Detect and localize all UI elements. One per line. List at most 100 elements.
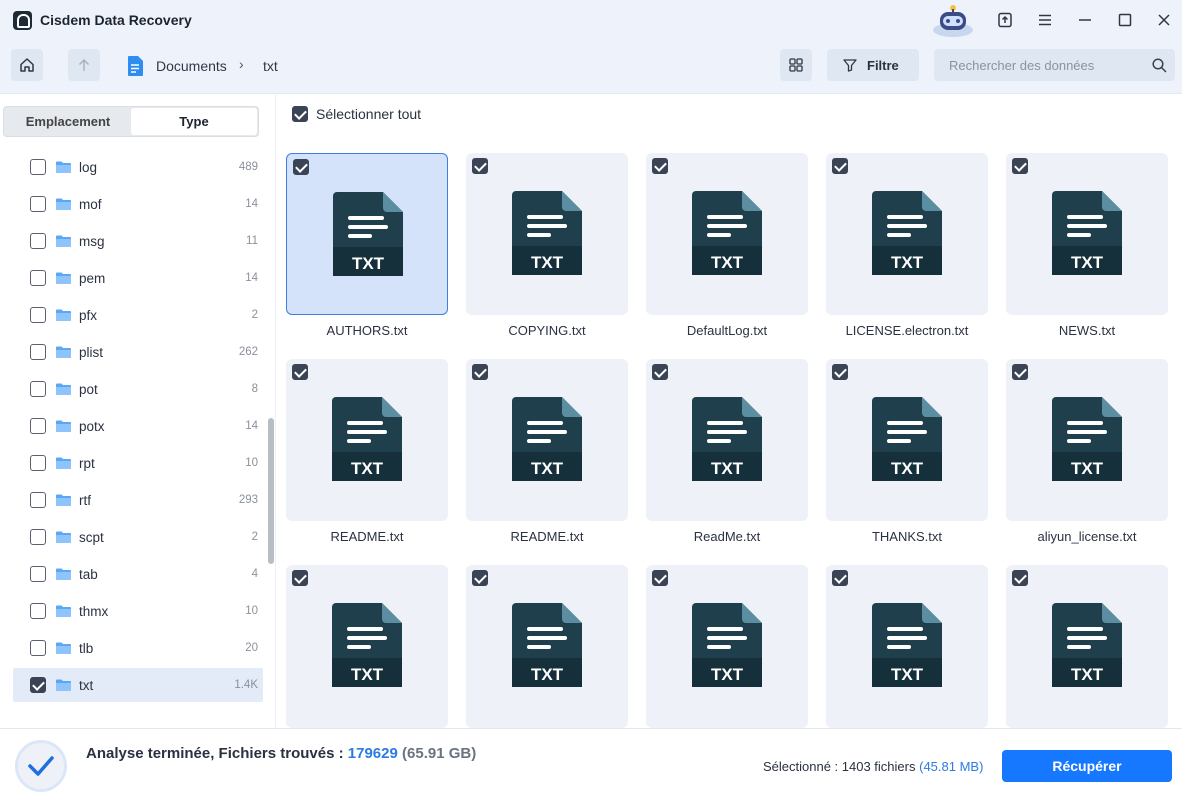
assistant-robot-icon[interactable] [930,2,976,38]
type-name: log [79,159,98,175]
file-tile[interactable]: TXT [286,153,448,315]
search-icon[interactable] [1152,58,1167,73]
type-checkbox[interactable] [30,492,46,508]
file-tile[interactable]: TXT [1006,565,1168,728]
upload-icon[interactable] [993,8,1017,32]
type-checkbox[interactable] [30,566,46,582]
type-checkbox[interactable] [30,677,46,693]
type-item-tlb[interactable]: tlb 20 [13,631,263,665]
file-tile[interactable]: TXT [466,565,628,728]
type-item-tab[interactable]: tab 4 [13,557,263,591]
home-button[interactable] [11,49,43,81]
file-checkbox[interactable] [472,364,488,380]
file-checkbox[interactable] [652,570,668,586]
type-checkbox[interactable] [30,196,46,212]
type-checkbox[interactable] [30,159,46,175]
txt-file-icon: TXT [692,191,762,275]
txt-icon-label: TXT [891,253,924,272]
file-name: DefaultLog.txt [686,323,768,338]
type-checkbox[interactable] [30,344,46,360]
type-item-rtf[interactable]: rtf 293 [13,483,263,517]
file-checkbox[interactable] [832,158,848,174]
select-all[interactable]: Sélectionner tout [292,106,421,122]
file-name: aliyun_license.txt [1037,529,1137,544]
type-item-log[interactable]: log 489 [13,150,263,184]
file-tile[interactable]: TXT [286,359,448,521]
type-checkbox[interactable] [30,270,46,286]
type-checkbox[interactable] [30,603,46,619]
file-checkbox[interactable] [652,158,668,174]
file-tile[interactable]: TXT [286,565,448,728]
file-tile[interactable]: TXT [646,565,808,728]
type-checkbox[interactable] [30,233,46,249]
file-tile[interactable]: TXT [1006,359,1168,521]
maximize-icon[interactable] [1113,8,1137,32]
file-tile[interactable]: TXT [646,153,808,315]
type-item-mof[interactable]: mof 14 [13,187,263,221]
search-input[interactable] [934,49,1175,81]
file-checkbox[interactable] [1012,570,1028,586]
tab-type[interactable]: Type [131,108,257,135]
file-checkbox[interactable] [1012,364,1028,380]
type-checkbox[interactable] [30,640,46,656]
type-item-potx[interactable]: potx 14 [13,409,263,443]
menu-icon[interactable] [1033,8,1057,32]
type-item-pem[interactable]: pem 14 [13,261,263,295]
txt-file-icon: TXT [872,397,942,481]
type-checkbox[interactable] [30,307,46,323]
type-item-pfx[interactable]: pfx 2 [13,298,263,332]
type-item-plist[interactable]: plist 262 [13,335,263,369]
filter-label: Filtre [867,57,899,73]
file-checkbox[interactable] [292,364,308,380]
type-name: tlb [79,640,94,656]
select-all-checkbox[interactable] [292,106,308,122]
type-item-pot[interactable]: pot 8 [13,372,263,406]
folder-icon [56,235,71,247]
type-name: msg [79,233,105,249]
breadcrumb-documents[interactable]: Documents [156,58,227,74]
type-item-rpt[interactable]: rpt 10 [13,446,263,480]
grid-view-button[interactable] [780,49,812,81]
folder-icon [56,568,71,580]
file-name: THANKS.txt [871,529,943,544]
file-tile[interactable]: TXT [466,359,628,521]
type-name: tab [79,566,98,582]
tab-location[interactable]: Emplacement [5,108,131,135]
type-count: 293 [238,494,258,506]
filter-button[interactable]: Filtre [827,49,919,81]
app-title: Cisdem Data Recovery [40,12,192,28]
file-tile[interactable]: TXT [1006,153,1168,315]
file-tile[interactable]: TXT [466,153,628,315]
file-checkbox[interactable] [292,570,308,586]
file-tile[interactable]: TXT [826,565,988,728]
file-tile[interactable]: TXT [646,359,808,521]
view-mode-switch: Emplacement Type [3,106,259,137]
type-checkbox[interactable] [30,418,46,434]
file-checkbox[interactable] [293,159,309,175]
file-checkbox[interactable] [472,570,488,586]
txt-icon-label: TXT [351,665,384,684]
sidebar-scrollbar[interactable] [268,418,274,564]
file-checkbox[interactable] [1012,158,1028,174]
recover-button[interactable]: Récupérer [1002,750,1172,782]
file-checkbox[interactable] [652,364,668,380]
type-checkbox[interactable] [30,381,46,397]
up-button[interactable] [68,49,100,81]
file-name: README.txt [330,529,404,544]
breadcrumb-current[interactable]: txt [263,58,278,74]
type-checkbox[interactable] [30,529,46,545]
minimize-icon[interactable] [1073,8,1097,32]
file-tile[interactable]: TXT [826,359,988,521]
file-checkbox[interactable] [472,158,488,174]
txt-file-icon: TXT [692,603,762,687]
type-item-scpt[interactable]: scpt 2 [13,520,263,554]
arrow-up-icon [78,58,90,71]
type-checkbox[interactable] [30,455,46,471]
type-item-msg[interactable]: msg 11 [13,224,263,258]
file-checkbox[interactable] [832,570,848,586]
file-tile[interactable]: TXT [826,153,988,315]
file-checkbox[interactable] [832,364,848,380]
close-icon[interactable] [1152,8,1176,32]
type-item-thmx[interactable]: thmx 10 [13,594,263,628]
type-item-txt[interactable]: txt 1.4K [13,668,263,702]
